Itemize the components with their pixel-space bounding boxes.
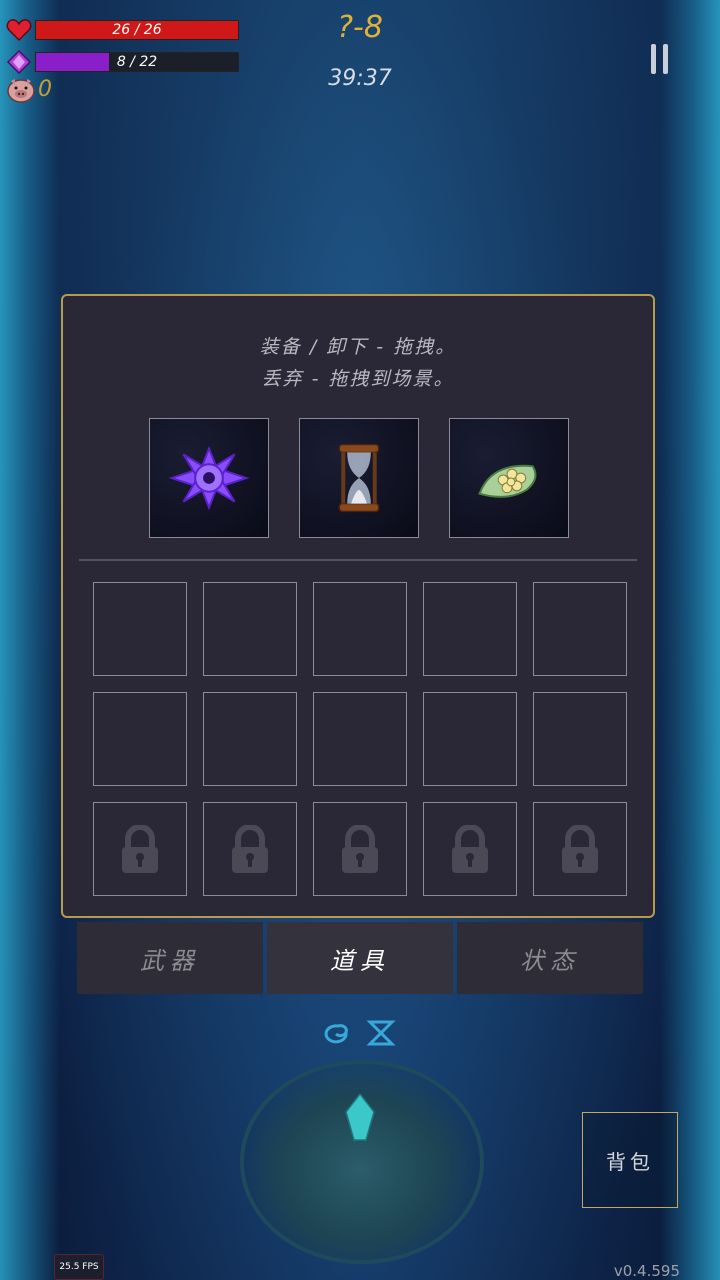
mana-bar: 8 / 22 [35,52,239,72]
lock-icon [452,825,488,873]
gem-icon [6,50,32,74]
mana-row: 8 / 22 [6,50,239,74]
timer: 39:37 [328,66,392,91]
lock-icon [122,825,158,873]
inventory-slot[interactable] [533,692,627,786]
inventory-slot[interactable] [203,582,297,676]
locked-inventory-slot [203,802,297,896]
left-crystal-wall [0,0,60,1280]
joystick-crystal-icon [345,1094,375,1141]
inventory-slot[interactable] [93,582,187,676]
inventory-slot[interactable] [203,692,297,786]
locked-inventory-slot [533,802,627,896]
tab-status[interactable]: 状态 [457,922,643,994]
pause-button[interactable] [648,44,672,76]
fps-counter: 25.5 FPS [54,1254,104,1280]
health-text: 26 / 26 [112,22,162,38]
flower-leaf-icon [478,464,537,498]
tab-items[interactable]: 道具 [267,922,453,994]
locked-inventory-slot [93,802,187,896]
pig-coin-icon [7,79,35,103]
lock-icon [562,825,598,873]
purple-shuriken-icon [168,445,250,511]
coin-count: 0 [38,77,52,102]
lock-icon [232,825,268,873]
stage-label: ?-8 [337,10,383,45]
mana-text: 8 / 22 [116,54,158,70]
right-crystal-wall [660,0,720,1280]
inventory-slot[interactable] [533,582,627,676]
inventory-slot[interactable] [423,692,517,786]
inventory-slot[interactable] [313,692,407,786]
pause-bar-left [651,44,656,74]
pause-bar-right [663,44,668,74]
virtual-joystick[interactable] [240,1060,484,1264]
tab-weapons[interactable]: 武器 [77,922,263,994]
panel-divider [79,559,637,561]
inventory-slot[interactable] [313,582,407,676]
locked-inventory-slot [423,802,517,896]
inventory-panel: 装备 / 卸下 - 拖拽。 丢弃 - 拖拽到场景。 [61,294,655,918]
rune-icons [324,1020,396,1046]
lock-icon [342,825,378,873]
hourglass-icon [338,443,380,513]
equipped-slot-2[interactable] [299,418,419,538]
health-row: 26 / 26 [6,18,239,42]
hint-equip: 装备 / 卸下 - 拖拽。 [259,336,457,358]
health-bar: 26 / 26 [35,20,239,40]
locked-inventory-slot [313,802,407,896]
inventory-slot[interactable] [423,582,517,676]
inventory-slot[interactable] [93,692,187,786]
equipped-slot-1[interactable] [149,418,269,538]
joystick-ring [240,1060,484,1264]
backpack-button[interactable]: 背包 [582,1112,678,1208]
heart-icon [6,19,32,42]
hint-discard: 丢弃 - 拖拽到场景。 [261,368,455,390]
equipped-slot-3[interactable] [449,418,569,538]
version-label: v0.4.595 [613,1262,680,1280]
